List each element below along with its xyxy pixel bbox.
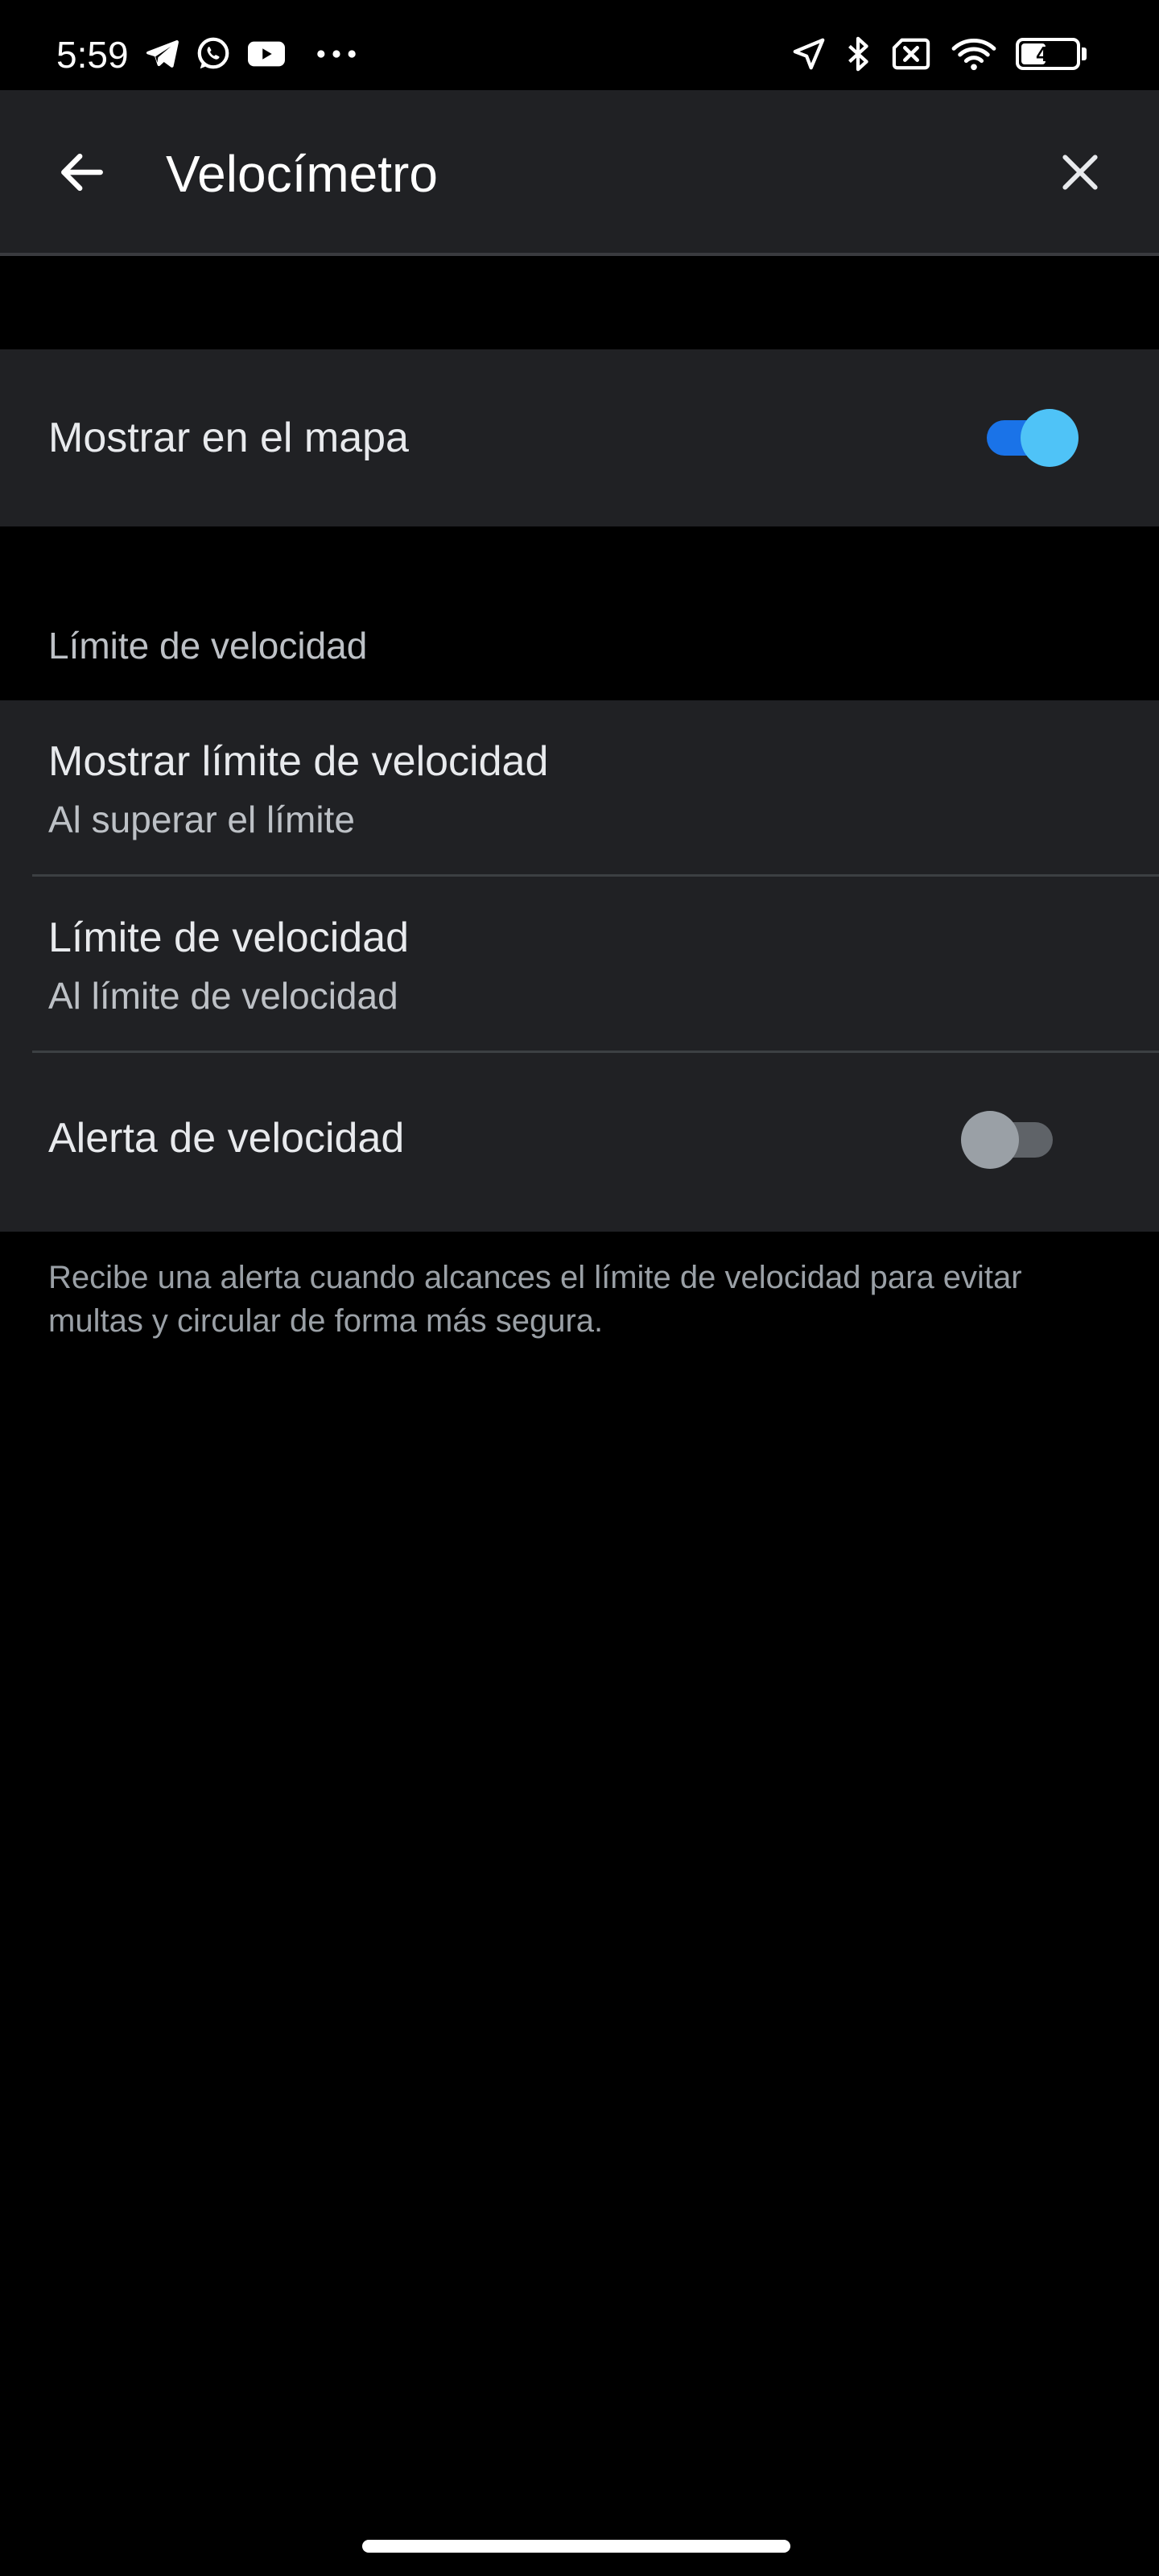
status-time: 5:59: [56, 34, 129, 76]
show-on-map-section: Mostrar en el mapa: [0, 349, 1159, 526]
show-speed-limit-title: Mostrar límite de velocidad: [48, 738, 549, 785]
battery-icon: 45: [1016, 38, 1087, 70]
gesture-nav-handle[interactable]: [362, 2540, 790, 2553]
speed-limit-title: Límite de velocidad: [48, 914, 410, 961]
status-icons-left: [143, 35, 361, 72]
toggle-thumb: [1021, 409, 1079, 467]
speed-limit-section: Mostrar límite de velocidad Al superar e…: [0, 700, 1159, 1232]
arrow-left-icon: [61, 153, 103, 192]
telegram-icon: [146, 40, 179, 68]
speed-alert-label: Alerta de velocidad: [48, 1115, 405, 1162]
show-speed-limit-row[interactable]: Mostrar límite de velocidad Al superar e…: [0, 700, 1159, 875]
status-bar: 5:59 45: [0, 0, 1159, 90]
close-icon: [1062, 155, 1098, 190]
wifi-icon: [951, 39, 996, 71]
youtube-icon: [248, 41, 285, 67]
show-on-map-toggle[interactable]: [982, 402, 1079, 467]
location-arrow-icon: [793, 38, 825, 70]
speed-limit-subtitle: Al límite de velocidad: [48, 975, 398, 1017]
speed-alert-toggle[interactable]: [961, 1104, 1058, 1169]
status-icons-right: 45: [790, 35, 1087, 72]
whatsapp-icon: [197, 37, 229, 69]
close-button[interactable]: [1046, 138, 1114, 206]
more-dots-icon: [317, 50, 356, 58]
speed-alert-description: Recibe una alerta cuando alcances el lím…: [48, 1260, 1022, 1339]
battery-tip: [1082, 47, 1087, 60]
toggle-thumb: [961, 1111, 1019, 1169]
show-speed-limit-subtitle: Al superar el límite: [48, 799, 355, 840]
battery-level-text: 45: [1036, 42, 1060, 66]
speed-alert-row[interactable]: Alerta de velocidad: [0, 1053, 1159, 1232]
app-bar: Velocímetro: [0, 90, 1159, 256]
back-button[interactable]: [48, 138, 116, 206]
show-on-map-row[interactable]: Mostrar en el mapa: [0, 349, 1159, 526]
show-on-map-label: Mostrar en el mapa: [48, 415, 409, 461]
speed-limit-section-header: Límite de velocidad: [48, 625, 368, 667]
speed-limit-row[interactable]: Límite de velocidad Al límite de velocid…: [0, 877, 1159, 1051]
bluetooth-icon: [848, 36, 868, 72]
page-title: Velocímetro: [166, 145, 438, 203]
no-sim-icon: [892, 38, 930, 70]
